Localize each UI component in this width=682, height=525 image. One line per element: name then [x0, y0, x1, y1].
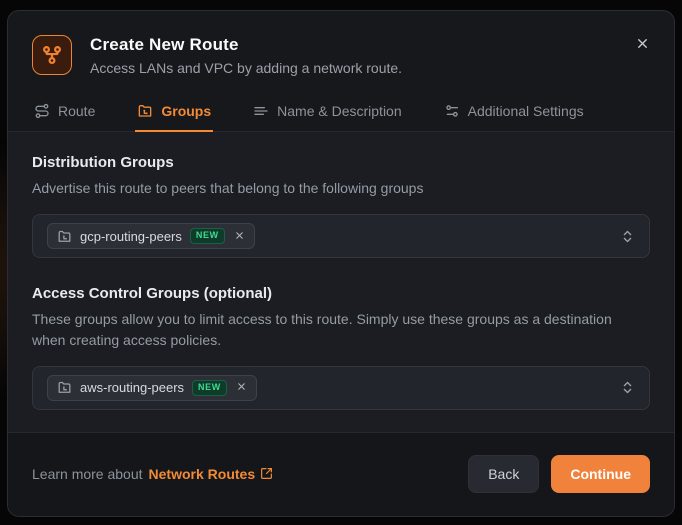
- folder-group-icon: [137, 103, 153, 119]
- back-button[interactable]: Back: [468, 455, 539, 493]
- modal-header-text: Create New Route Access LANs and VPC by …: [90, 35, 402, 76]
- route-icon: [34, 103, 50, 119]
- chevron-up-down-icon: [620, 380, 635, 395]
- network-routes-link[interactable]: Network Routes: [149, 466, 274, 482]
- tab-route[interactable]: Route: [32, 94, 97, 132]
- footer-actions: Back Continue: [468, 455, 650, 493]
- folder-icon: [57, 229, 72, 244]
- new-badge: NEW: [190, 228, 225, 244]
- folder-icon: [57, 380, 72, 395]
- new-badge: NEW: [192, 380, 227, 396]
- text-lines-icon: [253, 103, 269, 119]
- modal-footer: Learn more about Network Routes Back Con…: [8, 432, 674, 517]
- learn-more-text: Learn more about: [32, 466, 143, 482]
- settings-sliders-icon: [444, 103, 460, 119]
- tab-label: Route: [58, 103, 95, 119]
- tab-additional-settings[interactable]: Additional Settings: [442, 94, 586, 132]
- create-route-modal: Create New Route Access LANs and VPC by …: [7, 10, 675, 517]
- external-link-icon: [260, 467, 273, 480]
- modal-title: Create New Route: [90, 35, 402, 55]
- group-tag-name: gcp-routing-peers: [80, 229, 182, 244]
- distribution-groups-select[interactable]: gcp-routing-peers NEW: [32, 214, 650, 258]
- modal-header: Create New Route Access LANs and VPC by …: [8, 11, 674, 86]
- chevron-up-down-icon: [620, 229, 635, 244]
- modal-subtitle: Access LANs and VPC by adding a network …: [90, 60, 402, 76]
- distribution-groups-heading: Distribution Groups: [32, 154, 650, 171]
- group-tag: gcp-routing-peers NEW: [47, 223, 255, 249]
- network-routes-icon: [32, 35, 72, 75]
- remove-tag-icon[interactable]: [235, 381, 247, 394]
- access-control-groups-select[interactable]: aws-routing-peers NEW: [32, 366, 650, 410]
- learn-more: Learn more about Network Routes: [32, 466, 273, 482]
- distribution-groups-description: Advertise this route to peers that belon…: [32, 178, 632, 198]
- tab-label: Name & Description: [277, 103, 402, 119]
- group-tag-name: aws-routing-peers: [80, 380, 184, 395]
- groups-tab-panel: Distribution Groups Advertise this route…: [8, 132, 674, 432]
- tab-label: Additional Settings: [468, 103, 584, 119]
- tab-label: Groups: [161, 103, 211, 119]
- continue-button[interactable]: Continue: [551, 455, 650, 493]
- access-control-groups-heading: Access Control Groups (optional): [32, 285, 650, 302]
- modal-tabs: Route Groups Name & Description Addition…: [8, 94, 674, 132]
- tab-groups[interactable]: Groups: [135, 94, 213, 132]
- network-routes-link-label: Network Routes: [149, 466, 256, 482]
- access-control-groups-description: These groups allow you to limit access t…: [32, 309, 632, 350]
- close-icon[interactable]: [630, 31, 654, 55]
- group-tag: aws-routing-peers NEW: [47, 375, 257, 401]
- tab-name-description[interactable]: Name & Description: [251, 94, 404, 132]
- remove-tag-icon[interactable]: [233, 230, 245, 243]
